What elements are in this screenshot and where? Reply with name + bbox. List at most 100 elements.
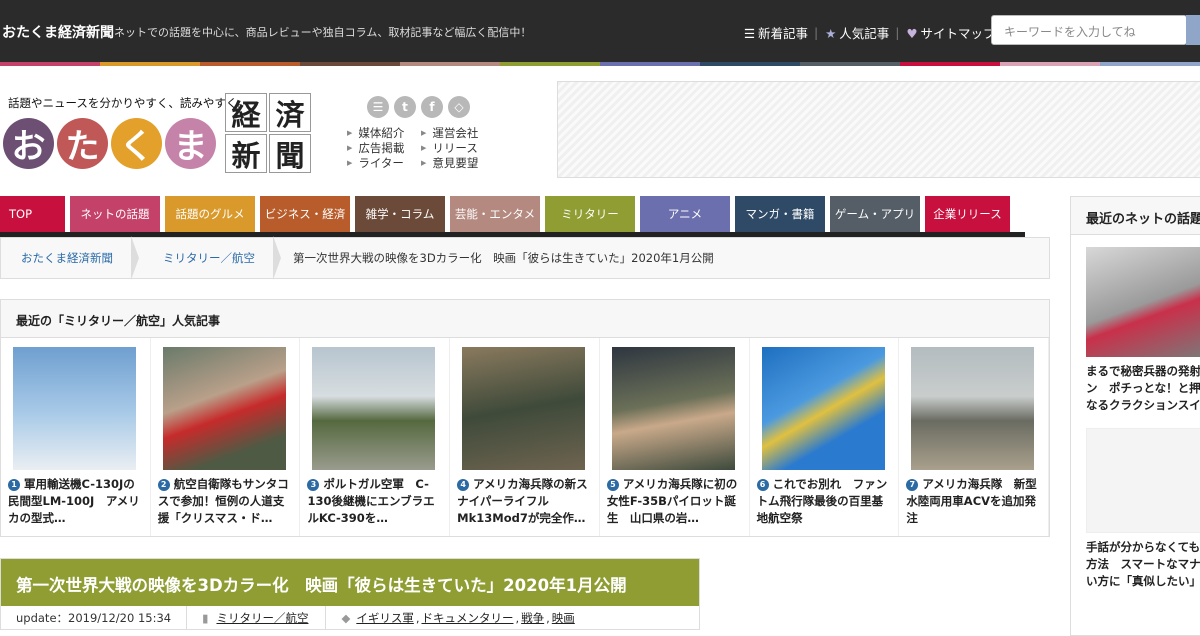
article-thumbnail[interactable]	[611, 347, 735, 470]
popular-item[interactable]: 6 これでお別れ ファントム飛行隊最後の百里基地航空祭	[750, 338, 900, 536]
logo-kanji-char: 聞	[269, 134, 311, 173]
stripe-segment	[400, 62, 500, 66]
nav-tab[interactable]: マンガ・書籍	[735, 196, 825, 232]
release-link[interactable]: リリース	[421, 141, 478, 156]
popular-item-title[interactable]: 3 ポルトガル空軍 C-130後継機にエンブラエルKC-390を…	[307, 476, 442, 527]
nav-tab[interactable]: 企業リリース	[925, 196, 1010, 232]
site-logo[interactable]: お た く ま	[3, 118, 216, 169]
sidebar: 最近のネットの話題 まるで秘密兵器の発射ボ ン ポチっとな！と押し なるクラクシ…	[1070, 196, 1200, 636]
sidebar-item-title[interactable]: なるクラクションスイッ	[1071, 397, 1200, 414]
article-meta: update： 2019/12/20 15:34 ▮ ミリタリー／航空 ◆ イギリス…	[1, 606, 699, 630]
popular-articles: 最近の「ミリタリー／航空」人気記事 1 軍用輸送機C-130Jの民間型LM-100…	[0, 299, 1050, 537]
category-link[interactable]: ミリタリー／航空	[216, 610, 308, 626]
tag-icon: ◆	[341, 611, 351, 625]
popular-heading: 最近の「ミリタリー／航空」人気記事	[1, 300, 1049, 338]
star-icon: ★	[825, 26, 837, 41]
rank-badge: 6	[756, 479, 769, 491]
stripe-segment	[700, 62, 800, 66]
popular-item[interactable]: 4 アメリカ海兵隊の新スナイパーライフル Mk13Mod7が完全作…	[450, 338, 600, 536]
sidebar-heading: 最近のネットの話題	[1071, 197, 1200, 235]
tag-link[interactable]: イギリス軍	[356, 610, 414, 626]
writer-link[interactable]: ライター	[347, 156, 404, 171]
nav-tab[interactable]: アニメ	[640, 196, 730, 232]
popular-item-title[interactable]: 5 アメリカ海兵隊に初の女性F-35Bパイロット誕生 山口県の岩…	[606, 476, 742, 527]
popular-item-title[interactable]: 6 これでお別れ ファントム飛行隊最後の百里基地航空祭	[756, 476, 892, 527]
popular-item[interactable]: 3 ポルトガル空軍 C-130後継機にエンブラエルKC-390を…	[300, 338, 451, 536]
sidebar-item-title[interactable]: まるで秘密兵器の発射ボ	[1071, 363, 1200, 380]
sidebar-item-title[interactable]: 方法 スマートなマナー	[1071, 556, 1200, 573]
popular-item[interactable]: 5 アメリカ海兵隊に初の女性F-35Bパイロット誕生 山口県の岩…	[600, 338, 750, 536]
sidebar-item-title[interactable]: ン ポチっとな！と押し	[1071, 380, 1200, 397]
breadcrumb-category[interactable]: ミリタリー／航空	[133, 236, 281, 280]
stripe-segment	[800, 62, 900, 66]
nav-tab[interactable]: 芸能・エンタメ	[450, 196, 540, 232]
sidebar-thumb[interactable]	[1086, 428, 1200, 533]
logo-kanji-char: 済	[269, 93, 311, 132]
article-title: 第一次世界大戦の映像を3Dカラー化 映画「彼らは生きていた」2020年1月公開	[1, 559, 699, 606]
list-icon: ☰	[743, 26, 756, 41]
header-links-left: 媒体紹介 広告掲載 ライター	[347, 126, 404, 171]
search-input[interactable]: キーワードを入力してね	[991, 15, 1187, 45]
feedback-link[interactable]: 意見要望	[421, 156, 478, 171]
popular-item[interactable]: 7 アメリカ海兵隊 新型水陸両用車ACVを追加発注	[899, 338, 1050, 536]
stripe-segment	[1100, 62, 1200, 66]
nav-tab[interactable]: ミリタリー	[545, 196, 635, 232]
nav-tab[interactable]: ネットの話題	[70, 196, 160, 232]
media-link[interactable]: 媒体紹介	[347, 126, 404, 141]
rank-badge: 2	[157, 479, 170, 491]
nav-tab[interactable]: ビジネス・経済	[260, 196, 350, 232]
popular-articles-link[interactable]: ★ 人気記事	[824, 23, 889, 42]
ads-link[interactable]: 広告掲載	[347, 141, 404, 156]
logo-kanji[interactable]: 経 済 新 聞	[225, 93, 311, 173]
company-link[interactable]: 運営会社	[421, 126, 478, 141]
popular-item-title[interactable]: 1 軍用輸送機C-130Jの民間型LM-100J アメリカの型式…	[8, 476, 143, 527]
facebook-icon[interactable]: f	[421, 96, 443, 118]
tagline: ネットでの話題を中心に、商品レビューや独自コラム、取材記事など幅広く配信中！	[114, 26, 532, 39]
ad-banner[interactable]	[557, 81, 1200, 178]
separator: |	[895, 25, 900, 40]
separator: |	[814, 25, 819, 40]
rank-badge: 7	[906, 479, 919, 491]
article-thumbnail[interactable]	[312, 347, 436, 470]
stripe-segment	[500, 62, 600, 66]
stripe-segment	[0, 62, 100, 66]
tag-link[interactable]: 戦争	[521, 610, 544, 626]
update-time: update： 2019/12/20 15:34	[1, 606, 188, 630]
article-category: ▮ ミリタリー／航空	[187, 606, 327, 630]
folder-icon: ▮	[202, 611, 209, 625]
sitemap-link[interactable]: ♥ サイトマップ	[905, 23, 995, 42]
feedly-icon[interactable]: ◇	[448, 96, 470, 118]
article-thumbnail[interactable]	[462, 347, 586, 470]
social-icons: ☰ t f ◇	[367, 96, 470, 118]
popular-item-title[interactable]: 2 航空自衛隊もサンタコスで参加！恒例の人道支援「クリスマス・ド…	[157, 476, 293, 527]
stripe-segment	[300, 62, 400, 66]
nav-tab[interactable]: TOP	[0, 196, 65, 232]
sidebar-item-title[interactable]: い方に「真似したい」	[1071, 573, 1200, 590]
article-thumbnail[interactable]	[162, 347, 286, 470]
popular-item-title[interactable]: 7 アメリカ海兵隊 新型水陸両用車ACVを追加発注	[906, 476, 1041, 527]
nav-tab[interactable]: 話題のグルメ	[165, 196, 255, 232]
breadcrumb-home[interactable]: おたくま経済新聞	[1, 236, 139, 280]
article-tags: ◆ イギリス軍, ドキュメンタリー, 戦争, 映画	[341, 610, 575, 626]
article-thumbnail[interactable]	[13, 347, 136, 470]
site-name[interactable]: おたくま経済新聞	[2, 22, 114, 42]
nav-tab[interactable]: ゲーム・アプリ	[830, 196, 920, 232]
new-articles-link[interactable]: ☰ 新着記事	[743, 23, 808, 42]
header-links-right: 運営会社 リリース 意見要望	[421, 126, 478, 171]
twitter-icon[interactable]: t	[394, 96, 416, 118]
rss-icon[interactable]: ☰	[367, 96, 389, 118]
article-thumbnail[interactable]	[761, 347, 885, 470]
popular-item-title[interactable]: 4 アメリカ海兵隊の新スナイパーライフル Mk13Mod7が完全作…	[457, 476, 592, 527]
article-thumbnail[interactable]	[911, 347, 1035, 470]
sidebar-item-title[interactable]: 手話が分からなくても伝	[1071, 539, 1200, 556]
nav-tab[interactable]: 雑学・コラム	[355, 196, 445, 232]
category-nav: TOP ネットの話題 話題のグルメ ビジネス・経済 雑学・コラム 芸能・エンタメ ミリタリー…	[0, 196, 1015, 236]
search-button[interactable]	[1186, 15, 1200, 45]
logo-char: お	[3, 118, 54, 169]
tag-link[interactable]: 映画	[552, 610, 575, 626]
tag-link[interactable]: ドキュメンタリー	[421, 610, 513, 626]
sidebar-thumb[interactable]	[1086, 247, 1200, 357]
top-bar: おたくま経済新聞 ネットでの話題を中心に、商品レビューや独自コラム、取材記事など…	[0, 0, 1200, 62]
popular-item[interactable]: 1 軍用輸送機C-130Jの民間型LM-100J アメリカの型式…	[1, 338, 151, 536]
popular-item[interactable]: 2 航空自衛隊もサンタコスで参加！恒例の人道支援「クリスマス・ド…	[151, 338, 301, 536]
